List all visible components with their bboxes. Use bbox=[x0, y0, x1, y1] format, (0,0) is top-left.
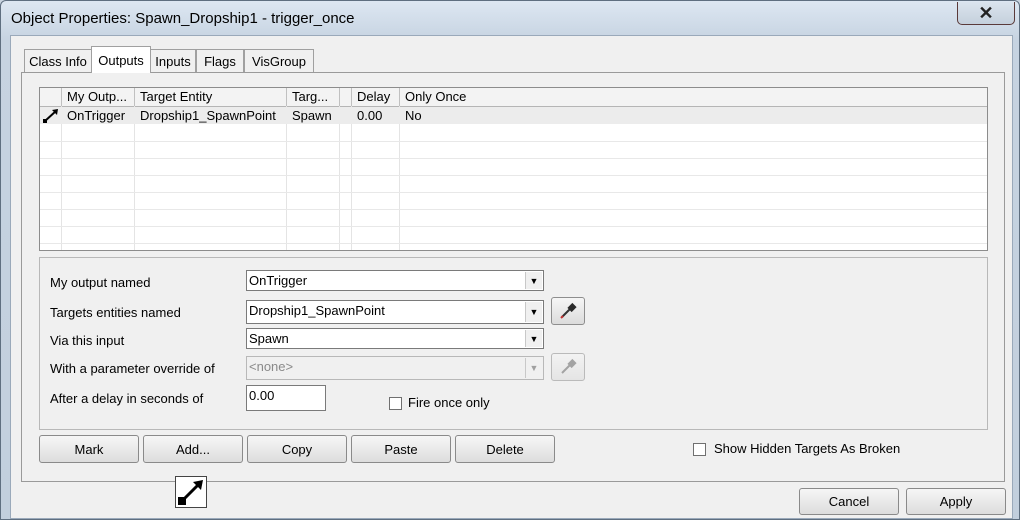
list-header: My Outp... Target Entity Targ... Delay O… bbox=[40, 88, 987, 107]
row-only-once: No bbox=[405, 108, 422, 123]
row-output: OnTrigger bbox=[67, 108, 126, 123]
param-value: <none> bbox=[249, 359, 294, 374]
properties-window: Object Properties: Spawn_Dropship1 - tri… bbox=[0, 0, 1020, 520]
show-hidden-checkbox[interactable] bbox=[693, 443, 706, 456]
targets-value: Dropship1_SpawnPoint bbox=[249, 303, 385, 318]
row-param bbox=[340, 107, 352, 124]
add-button[interactable]: Add... bbox=[143, 435, 243, 463]
cancel-button[interactable]: Cancel bbox=[799, 488, 899, 515]
pick-target-button[interactable] bbox=[551, 297, 585, 325]
tab-label: VisGroup bbox=[252, 53, 306, 69]
mark-button[interactable]: Mark bbox=[39, 435, 139, 463]
column-header-only-once[interactable]: Only Once bbox=[400, 88, 987, 106]
output-value: OnTrigger bbox=[249, 273, 308, 288]
output-combo[interactable]: OnTrigger ▼ bbox=[246, 270, 544, 291]
delete-button[interactable]: Delete bbox=[455, 435, 555, 463]
tab-label: Flags bbox=[204, 53, 236, 69]
eyedropper-icon bbox=[560, 302, 577, 319]
tab-flags[interactable]: Flags bbox=[196, 49, 244, 72]
column-header-input[interactable]: Targ... bbox=[287, 88, 340, 106]
dialog-client: Class Info Outputs Inputs Flags VisGroup… bbox=[10, 35, 1013, 519]
entity-output-icon bbox=[175, 476, 207, 508]
output-arrow-icon bbox=[40, 107, 62, 124]
output-arrow-icon bbox=[178, 480, 203, 505]
input-value: Spawn bbox=[249, 331, 289, 346]
fire-once-checkbox[interactable] bbox=[389, 397, 402, 410]
tab-label: Class Info bbox=[29, 53, 87, 69]
column-header-output[interactable]: My Outp... bbox=[62, 88, 135, 106]
tab-label: Outputs bbox=[98, 52, 144, 68]
param-label: With a parameter override of bbox=[50, 361, 215, 376]
close-button[interactable]: ✕ bbox=[957, 2, 1015, 25]
list-item[interactable]: OnTrigger Dropship1_SpawnPoint Spawn 0.0… bbox=[40, 107, 987, 124]
tab-visgroup[interactable]: VisGroup bbox=[244, 49, 314, 72]
tab-class-info[interactable]: Class Info bbox=[24, 49, 92, 72]
targets-combo[interactable]: Dropship1_SpawnPoint ▼ bbox=[246, 300, 544, 324]
row-input: Spawn bbox=[292, 108, 332, 123]
close-icon: ✕ bbox=[978, 2, 994, 23]
tab-outputs[interactable]: Outputs bbox=[91, 46, 151, 73]
output-label: My output named bbox=[50, 275, 151, 290]
column-header-target[interactable]: Target Entity bbox=[135, 88, 287, 106]
apply-button[interactable]: Apply bbox=[906, 488, 1006, 515]
delay-label: After a delay in seconds of bbox=[50, 391, 204, 406]
outputs-list[interactable]: My Outp... Target Entity Targ... Delay O… bbox=[39, 87, 988, 251]
input-label: Via this input bbox=[50, 333, 125, 348]
chevron-down-icon: ▼ bbox=[525, 358, 542, 378]
chevron-down-icon[interactable]: ▼ bbox=[525, 330, 542, 347]
row-delay: 0.00 bbox=[357, 108, 383, 123]
show-hidden-label: Show Hidden Targets As Broken bbox=[714, 441, 901, 456]
delay-field[interactable]: 0.00 bbox=[246, 385, 326, 411]
tab-label: Inputs bbox=[155, 53, 191, 69]
column-header-param[interactable] bbox=[340, 88, 352, 106]
copy-button[interactable]: Copy bbox=[247, 435, 347, 463]
fire-once-label: Fire once only bbox=[408, 395, 490, 410]
paste-button[interactable]: Paste bbox=[351, 435, 451, 463]
param-combo: <none> ▼ bbox=[246, 356, 544, 380]
targets-label: Targets entities named bbox=[50, 305, 181, 320]
input-combo[interactable]: Spawn ▼ bbox=[246, 328, 544, 349]
column-header-delay[interactable]: Delay bbox=[352, 88, 400, 106]
chevron-down-icon[interactable]: ▼ bbox=[525, 302, 542, 322]
outputs-panel: My Outp... Target Entity Targ... Delay O… bbox=[21, 72, 1005, 482]
eyedropper-icon bbox=[561, 358, 577, 374]
chevron-down-icon[interactable]: ▼ bbox=[525, 272, 542, 289]
pick-param-button bbox=[551, 353, 585, 381]
title-bar[interactable]: Object Properties: Spawn_Dropship1 - tri… bbox=[1, 1, 1019, 35]
tab-inputs[interactable]: Inputs bbox=[150, 49, 196, 72]
column-header-icon[interactable] bbox=[40, 88, 62, 106]
row-target: Dropship1_SpawnPoint bbox=[140, 108, 276, 123]
output-editor-group: My output named OnTrigger ▼ Targets enti… bbox=[39, 257, 988, 430]
window-title: Object Properties: Spawn_Dropship1 - tri… bbox=[11, 10, 355, 27]
